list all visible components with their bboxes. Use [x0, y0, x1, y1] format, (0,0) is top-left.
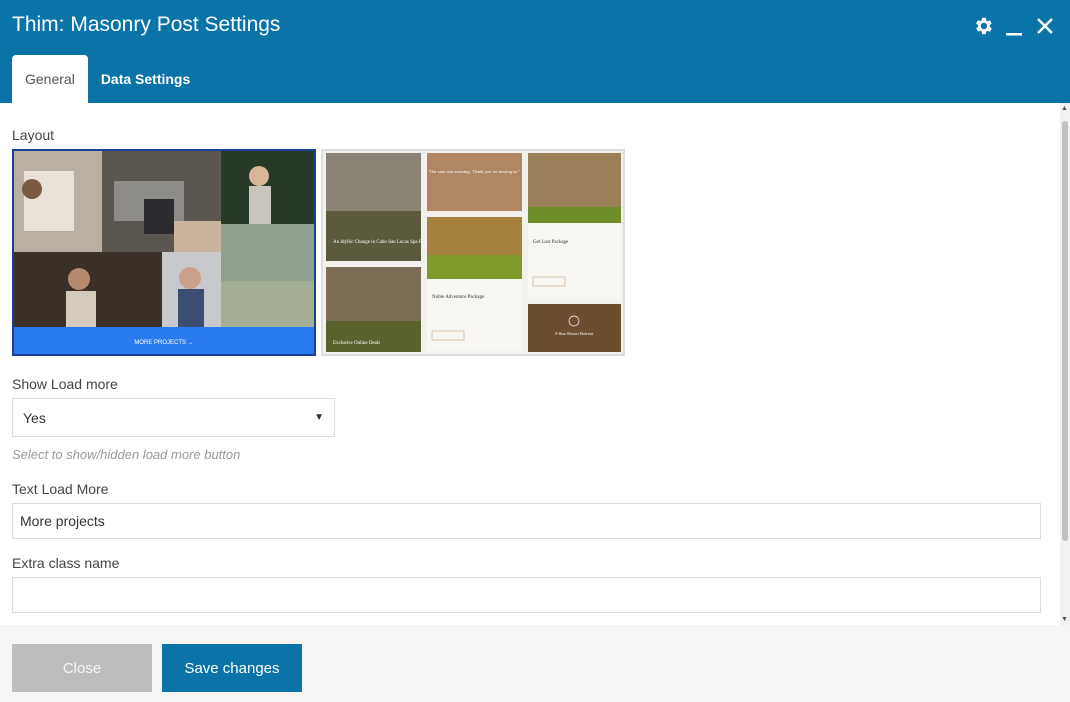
layout-label: Layout — [12, 127, 55, 143]
layout-2-card-2: "Our stay was amazing. Thank you for hos… — [428, 169, 520, 174]
show-load-more-help: Select to show/hidden load more button — [12, 447, 241, 462]
tab-data-settings[interactable]: Data Settings — [88, 55, 203, 103]
layout-option-2[interactable]: An Idyllic Change in Cabo San Lucas Spa … — [321, 149, 625, 356]
chevron-down-icon: ▼ — [314, 412, 324, 423]
extra-class-label: Extra class name — [12, 555, 120, 571]
layout-2-card-6: 5-Star Resort Retreat — [555, 331, 594, 336]
dialog-header: Thim: Masonry Post Settings General Data… — [0, 0, 1070, 103]
scroll-thumb[interactable] — [1062, 121, 1068, 541]
show-load-more-label: Show Load more — [12, 376, 118, 392]
show-load-more-value: Yes — [23, 409, 46, 426]
tab-bar: General Data Settings — [12, 55, 203, 103]
dialog-footer: Close Save changes — [0, 625, 1070, 702]
tab-general[interactable]: General — [12, 55, 88, 103]
scroll-up-icon[interactable]: ▲ — [1061, 105, 1068, 112]
content-scrollbar[interactable]: ▲ ▼ — [1060, 103, 1070, 625]
layout-2-card-5: Exclusive Online Deals — [333, 341, 380, 346]
layout-option-1[interactable]: MORE PROJECTS → — [12, 149, 316, 356]
save-changes-button[interactable]: Save changes — [162, 644, 302, 692]
layout-2-card-4: Noble Adventure Package — [432, 295, 485, 300]
extra-class-input[interactable] — [12, 577, 1041, 613]
layout-1-thumbnail: MORE PROJECTS → — [14, 151, 314, 354]
text-load-more-input[interactable]: More projects — [12, 503, 1041, 539]
close-button[interactable]: Close — [12, 644, 152, 692]
layout-2-card-3: Get Lost Package — [533, 240, 569, 245]
dialog-content: Layout MORE PROJECTS → An Idyllic Change… — [0, 103, 1060, 625]
gear-icon[interactable] — [972, 15, 994, 37]
layout-2-thumbnail: An Idyllic Change in Cabo San Lucas Spa … — [323, 151, 623, 354]
text-load-more-label: Text Load More — [12, 481, 109, 497]
close-icon[interactable] — [1034, 15, 1056, 37]
header-controls — [972, 15, 1056, 37]
show-load-more-select[interactable]: Yes ▼ — [12, 398, 335, 437]
dialog-title: Thim: Masonry Post Settings — [12, 13, 281, 36]
minimize-icon[interactable] — [1003, 15, 1025, 37]
layout-2-card-1: An Idyllic Change in Cabo San Lucas Spa … — [333, 240, 434, 245]
scroll-down-icon[interactable]: ▼ — [1061, 616, 1068, 623]
layout-1-more-text: MORE PROJECTS → — [134, 340, 193, 346]
